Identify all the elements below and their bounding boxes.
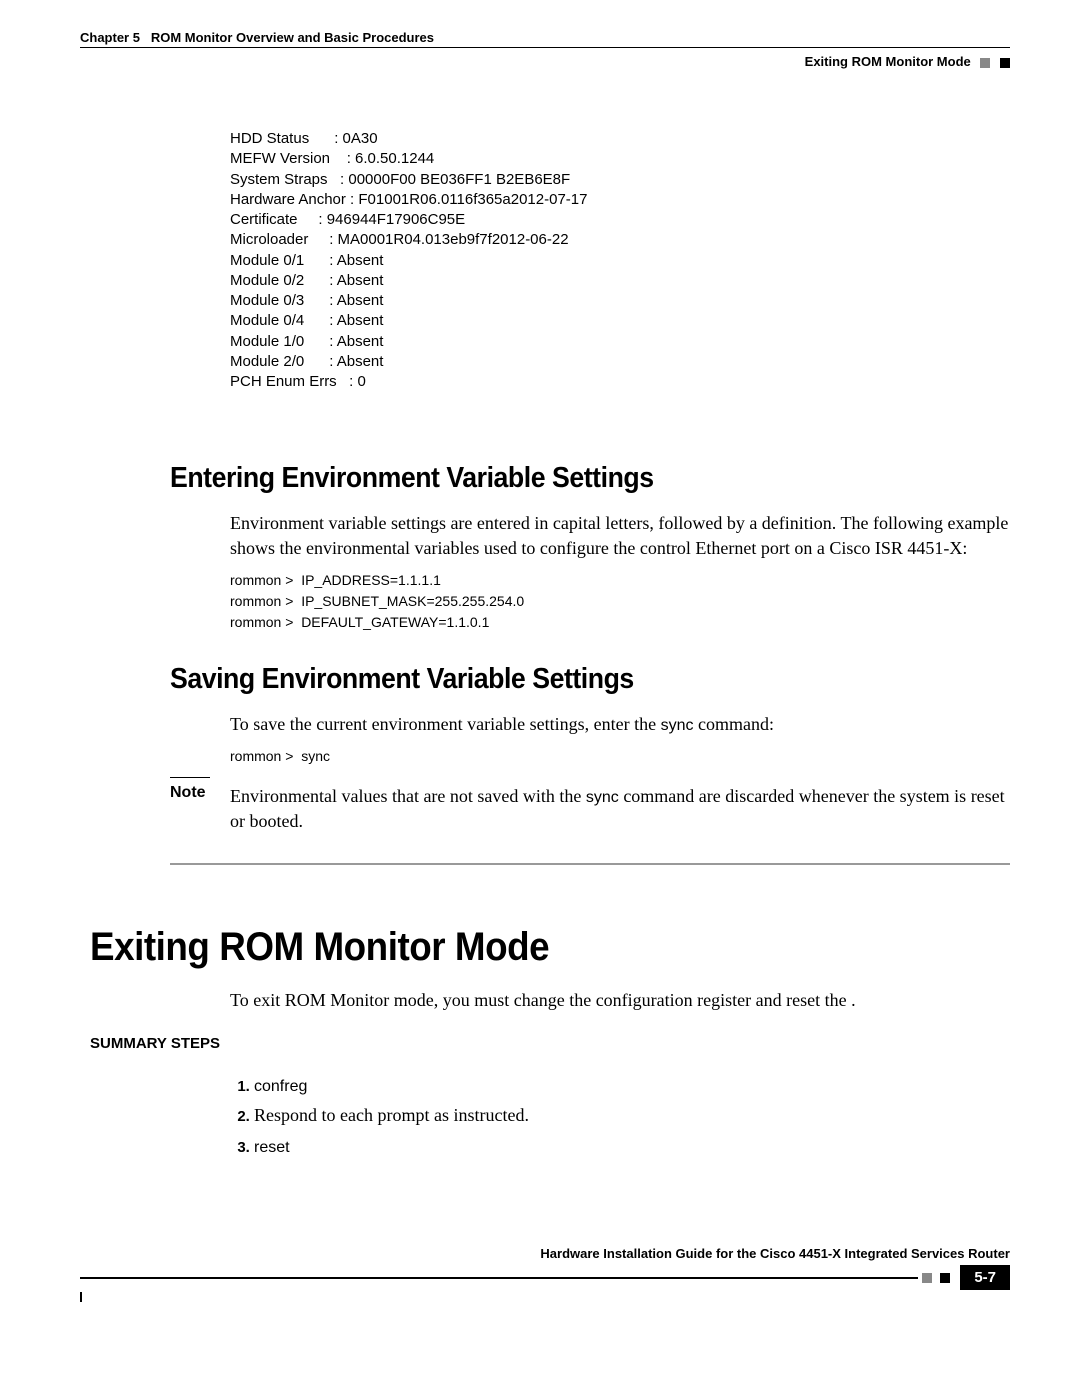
header-breadcrumb: Exiting ROM Monitor Mode bbox=[80, 54, 1010, 69]
page-number: 5-7 bbox=[960, 1265, 1010, 1290]
step-command: reset bbox=[254, 1139, 290, 1156]
step-command: confreg bbox=[254, 1078, 307, 1095]
summary-steps-list: confreg Respond to each prompt as instru… bbox=[230, 1070, 1010, 1162]
running-header: Chapter 5 ROM Monitor Overview and Basic… bbox=[80, 30, 1010, 45]
body-text: To save the current environment variable… bbox=[230, 712, 1010, 737]
square-marker-icon bbox=[922, 1273, 932, 1283]
section-heading-exiting: Exiting ROM Monitor Mode bbox=[90, 925, 936, 970]
footer-doc-title: Hardware Installation Guide for the Cisc… bbox=[80, 1246, 1010, 1261]
header-rule bbox=[80, 47, 1010, 48]
page-footer: Hardware Installation Guide for the Cisc… bbox=[80, 1246, 1010, 1290]
list-item: confreg bbox=[254, 1070, 1010, 1101]
note-rule bbox=[170, 777, 210, 778]
square-marker-icon bbox=[940, 1273, 950, 1283]
section-heading-saving: Saving Environment Variable Settings bbox=[170, 663, 943, 696]
command-example: rommon > sync bbox=[230, 746, 1010, 767]
inline-command: sync bbox=[661, 717, 694, 734]
chapter-title: ROM Monitor Overview and Basic Procedure… bbox=[151, 30, 434, 45]
note-label: Note bbox=[170, 784, 208, 802]
square-marker-icon bbox=[1000, 58, 1010, 68]
list-item: Respond to each prompt as instructed. bbox=[254, 1100, 1010, 1131]
note-rule bbox=[170, 863, 1010, 865]
note-block: Note Environmental values that are not s… bbox=[170, 777, 1010, 865]
system-status-output: HDD Status : 0A30 MEFW Version : 6.0.50.… bbox=[230, 129, 1010, 392]
crop-mark-icon bbox=[80, 1292, 82, 1302]
command-example: rommon > IP_ADDRESS=1.1.1.1 rommon > IP_… bbox=[230, 570, 1010, 633]
summary-steps-label: SUMMARY STEPS bbox=[90, 1035, 1010, 1052]
body-text: To exit ROM Monitor mode, you must chang… bbox=[230, 988, 1010, 1012]
square-marker-icon bbox=[980, 58, 990, 68]
inline-command: sync bbox=[586, 789, 619, 806]
chapter-label: Chapter 5 bbox=[80, 30, 140, 45]
body-text: Environment variable settings are entere… bbox=[230, 511, 1010, 560]
footer-rule bbox=[80, 1277, 918, 1279]
section-heading-entering: Entering Environment Variable Settings bbox=[170, 462, 943, 495]
step-text: Respond to each prompt as instructed. bbox=[254, 1105, 529, 1125]
list-item: reset bbox=[254, 1131, 1010, 1162]
note-text: Environmental values that are not saved … bbox=[230, 784, 1010, 833]
